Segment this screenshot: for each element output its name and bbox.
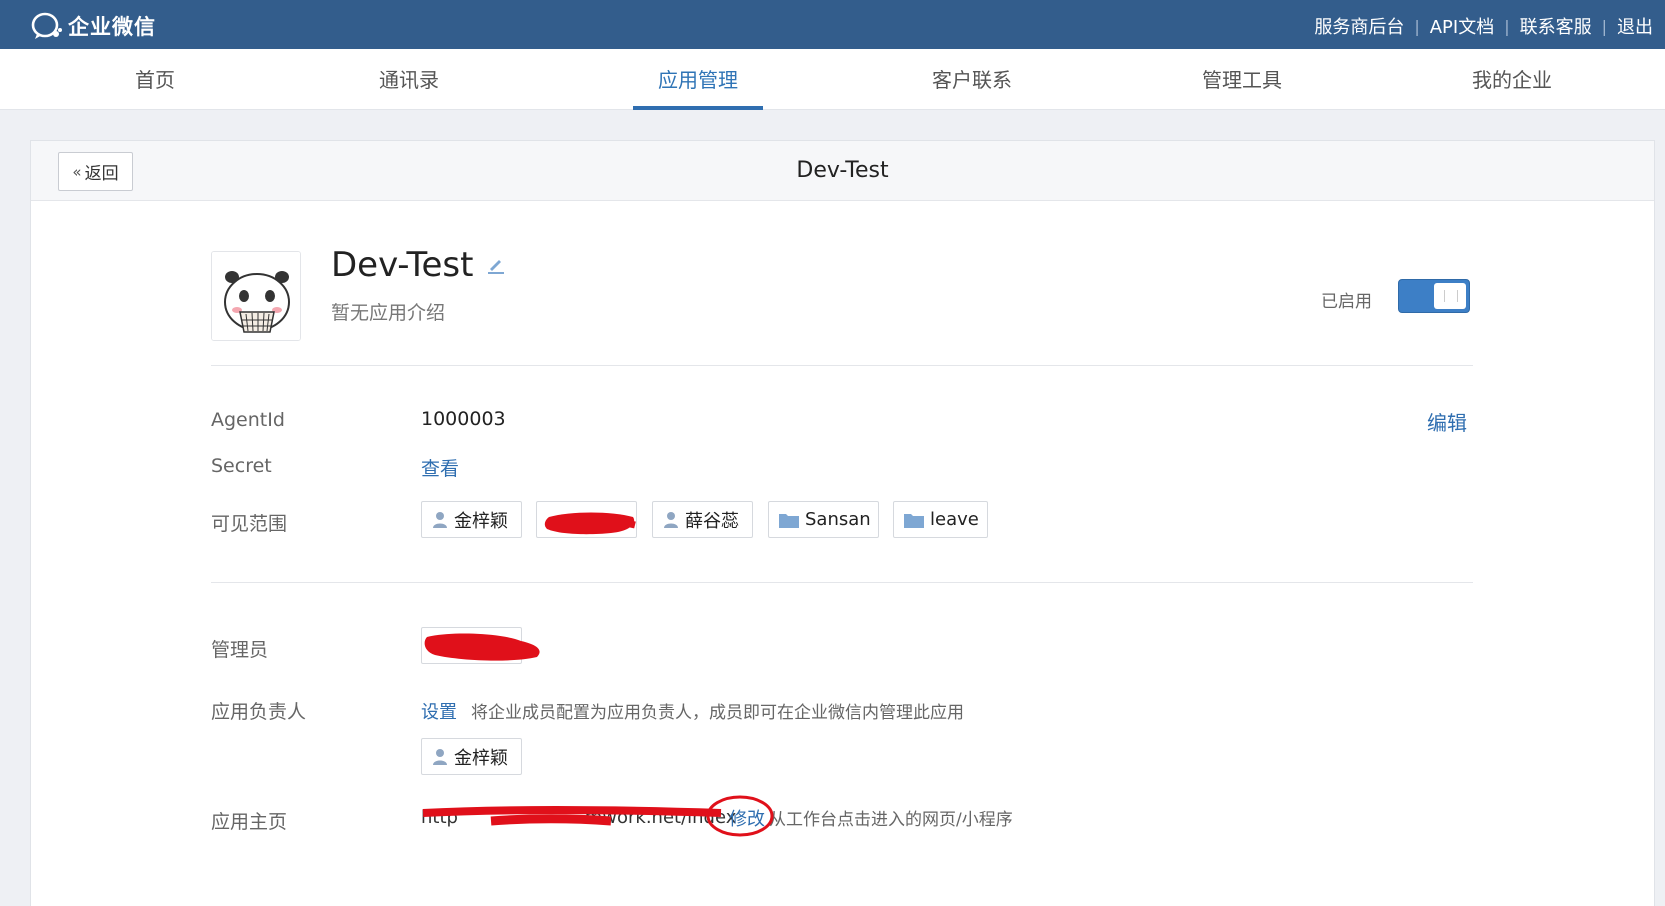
separator: | bbox=[1601, 16, 1607, 36]
admin-label: 管理员 bbox=[211, 639, 269, 661]
homepage-url: http .mwork.net/index bbox=[421, 807, 736, 833]
main-nav: 首页 通讯录 应用管理 客户联系 管理工具 我的企业 bbox=[0, 49, 1665, 110]
tag-label: 金梓颖 bbox=[454, 747, 508, 769]
logo-text: 企业微信 bbox=[68, 15, 156, 39]
separator: | bbox=[1414, 16, 1420, 36]
logo[interactable]: 企业微信 bbox=[30, 11, 156, 41]
tag-label: 金梓颖 bbox=[454, 510, 508, 532]
edit-link[interactable]: 编辑 bbox=[1427, 407, 1467, 436]
double-chevron-left-icon: « bbox=[72, 162, 82, 181]
status-label: 已启用 bbox=[1321, 292, 1372, 312]
scope-tag-user[interactable] bbox=[536, 501, 637, 538]
nav-home[interactable]: 首页 bbox=[85, 49, 225, 110]
tag-label: 薛谷蕊 bbox=[685, 510, 739, 532]
owner-set-link[interactable]: 设置 bbox=[421, 698, 457, 724]
user-icon bbox=[433, 748, 447, 765]
scope-tag-department[interactable]: Sansan bbox=[768, 501, 879, 538]
page-title: Dev-Test bbox=[796, 158, 889, 183]
app-name: Dev-Test bbox=[331, 245, 474, 285]
owner-label: 应用负责人 bbox=[211, 701, 307, 723]
tag-label: leave bbox=[930, 509, 979, 530]
back-label: 返回 bbox=[84, 164, 119, 184]
back-button[interactable]: « 返回 bbox=[58, 152, 133, 191]
divider bbox=[211, 582, 1473, 583]
user-icon bbox=[664, 511, 678, 528]
app-description: 暂无应用介绍 bbox=[331, 302, 446, 324]
admin-tag[interactable] bbox=[421, 627, 522, 664]
panda-avatar-icon bbox=[212, 252, 300, 340]
nav-management-tools[interactable]: 管理工具 bbox=[1172, 49, 1312, 110]
nav-contacts[interactable]: 通讯录 bbox=[339, 49, 479, 110]
homepage-url-end: .mwork.net/index bbox=[579, 807, 737, 828]
scope-tag-user[interactable]: 金梓颖 bbox=[421, 501, 522, 538]
provider-console-link[interactable]: 服务商后台 bbox=[1314, 13, 1404, 39]
homepage-action-row: 修改 从工作台点击进入的网页/小程序 bbox=[721, 805, 1013, 831]
agentid-label: AgentId bbox=[211, 409, 285, 431]
scope-label: 可见范围 bbox=[211, 513, 288, 535]
pencil-icon[interactable] bbox=[485, 254, 507, 276]
nav-my-enterprise[interactable]: 我的企业 bbox=[1442, 49, 1582, 110]
view-secret-link[interactable]: 查看 bbox=[421, 454, 459, 481]
enable-toggle[interactable] bbox=[1398, 279, 1470, 313]
secret-label: Secret bbox=[211, 455, 272, 477]
owner-tag-user[interactable]: 金梓颖 bbox=[421, 738, 522, 775]
api-docs-link[interactable]: API文档 bbox=[1430, 13, 1494, 39]
separator: | bbox=[1504, 16, 1510, 36]
owner-row: 设置 将企业成员配置为应用负责人，成员即可在企业微信内管理此应用 bbox=[421, 698, 964, 724]
app-name-row: Dev-Test bbox=[331, 245, 507, 285]
top-links: 服务商后台 | API文档 | 联系客服 | 退出 bbox=[1314, 13, 1653, 39]
agentid-value: 1000003 bbox=[421, 408, 506, 430]
contact-support-link[interactable]: 联系客服 bbox=[1520, 13, 1592, 39]
wework-logo-icon bbox=[31, 12, 62, 39]
user-icon bbox=[433, 511, 447, 528]
nav-customer-contact[interactable]: 客户联系 bbox=[902, 49, 1042, 110]
homepage-hint: 从工作台点击进入的网页/小程序 bbox=[769, 810, 1013, 830]
app-avatar[interactable] bbox=[211, 251, 301, 341]
nav-app-management[interactable]: 应用管理 bbox=[633, 49, 763, 110]
folder-icon bbox=[779, 513, 799, 528]
owner-hint: 将企业成员配置为应用负责人，成员即可在企业微信内管理此应用 bbox=[471, 703, 964, 723]
scope-tag-user[interactable]: 薛谷蕊 bbox=[652, 501, 753, 538]
divider bbox=[211, 365, 1473, 366]
scope-tag-department[interactable]: leave bbox=[893, 501, 988, 538]
app-detail-card: Dev-Test « 返回 Dev-Test 暂无应用介绍 已启用 AgentI… bbox=[30, 140, 1655, 906]
homepage-modify-link[interactable]: 修改 bbox=[729, 805, 765, 831]
homepage-url-start: http bbox=[421, 807, 458, 828]
homepage-label: 应用主页 bbox=[211, 811, 288, 833]
card-header: Dev-Test « 返回 bbox=[31, 141, 1654, 201]
top-bar: 企业微信 服务商后台 | API文档 | 联系客服 | 退出 bbox=[0, 0, 1665, 49]
tag-label: Sansan bbox=[805, 509, 871, 530]
logout-link[interactable]: 退出 bbox=[1617, 13, 1653, 39]
folder-icon bbox=[904, 513, 924, 528]
toggle-knob bbox=[1434, 283, 1466, 309]
